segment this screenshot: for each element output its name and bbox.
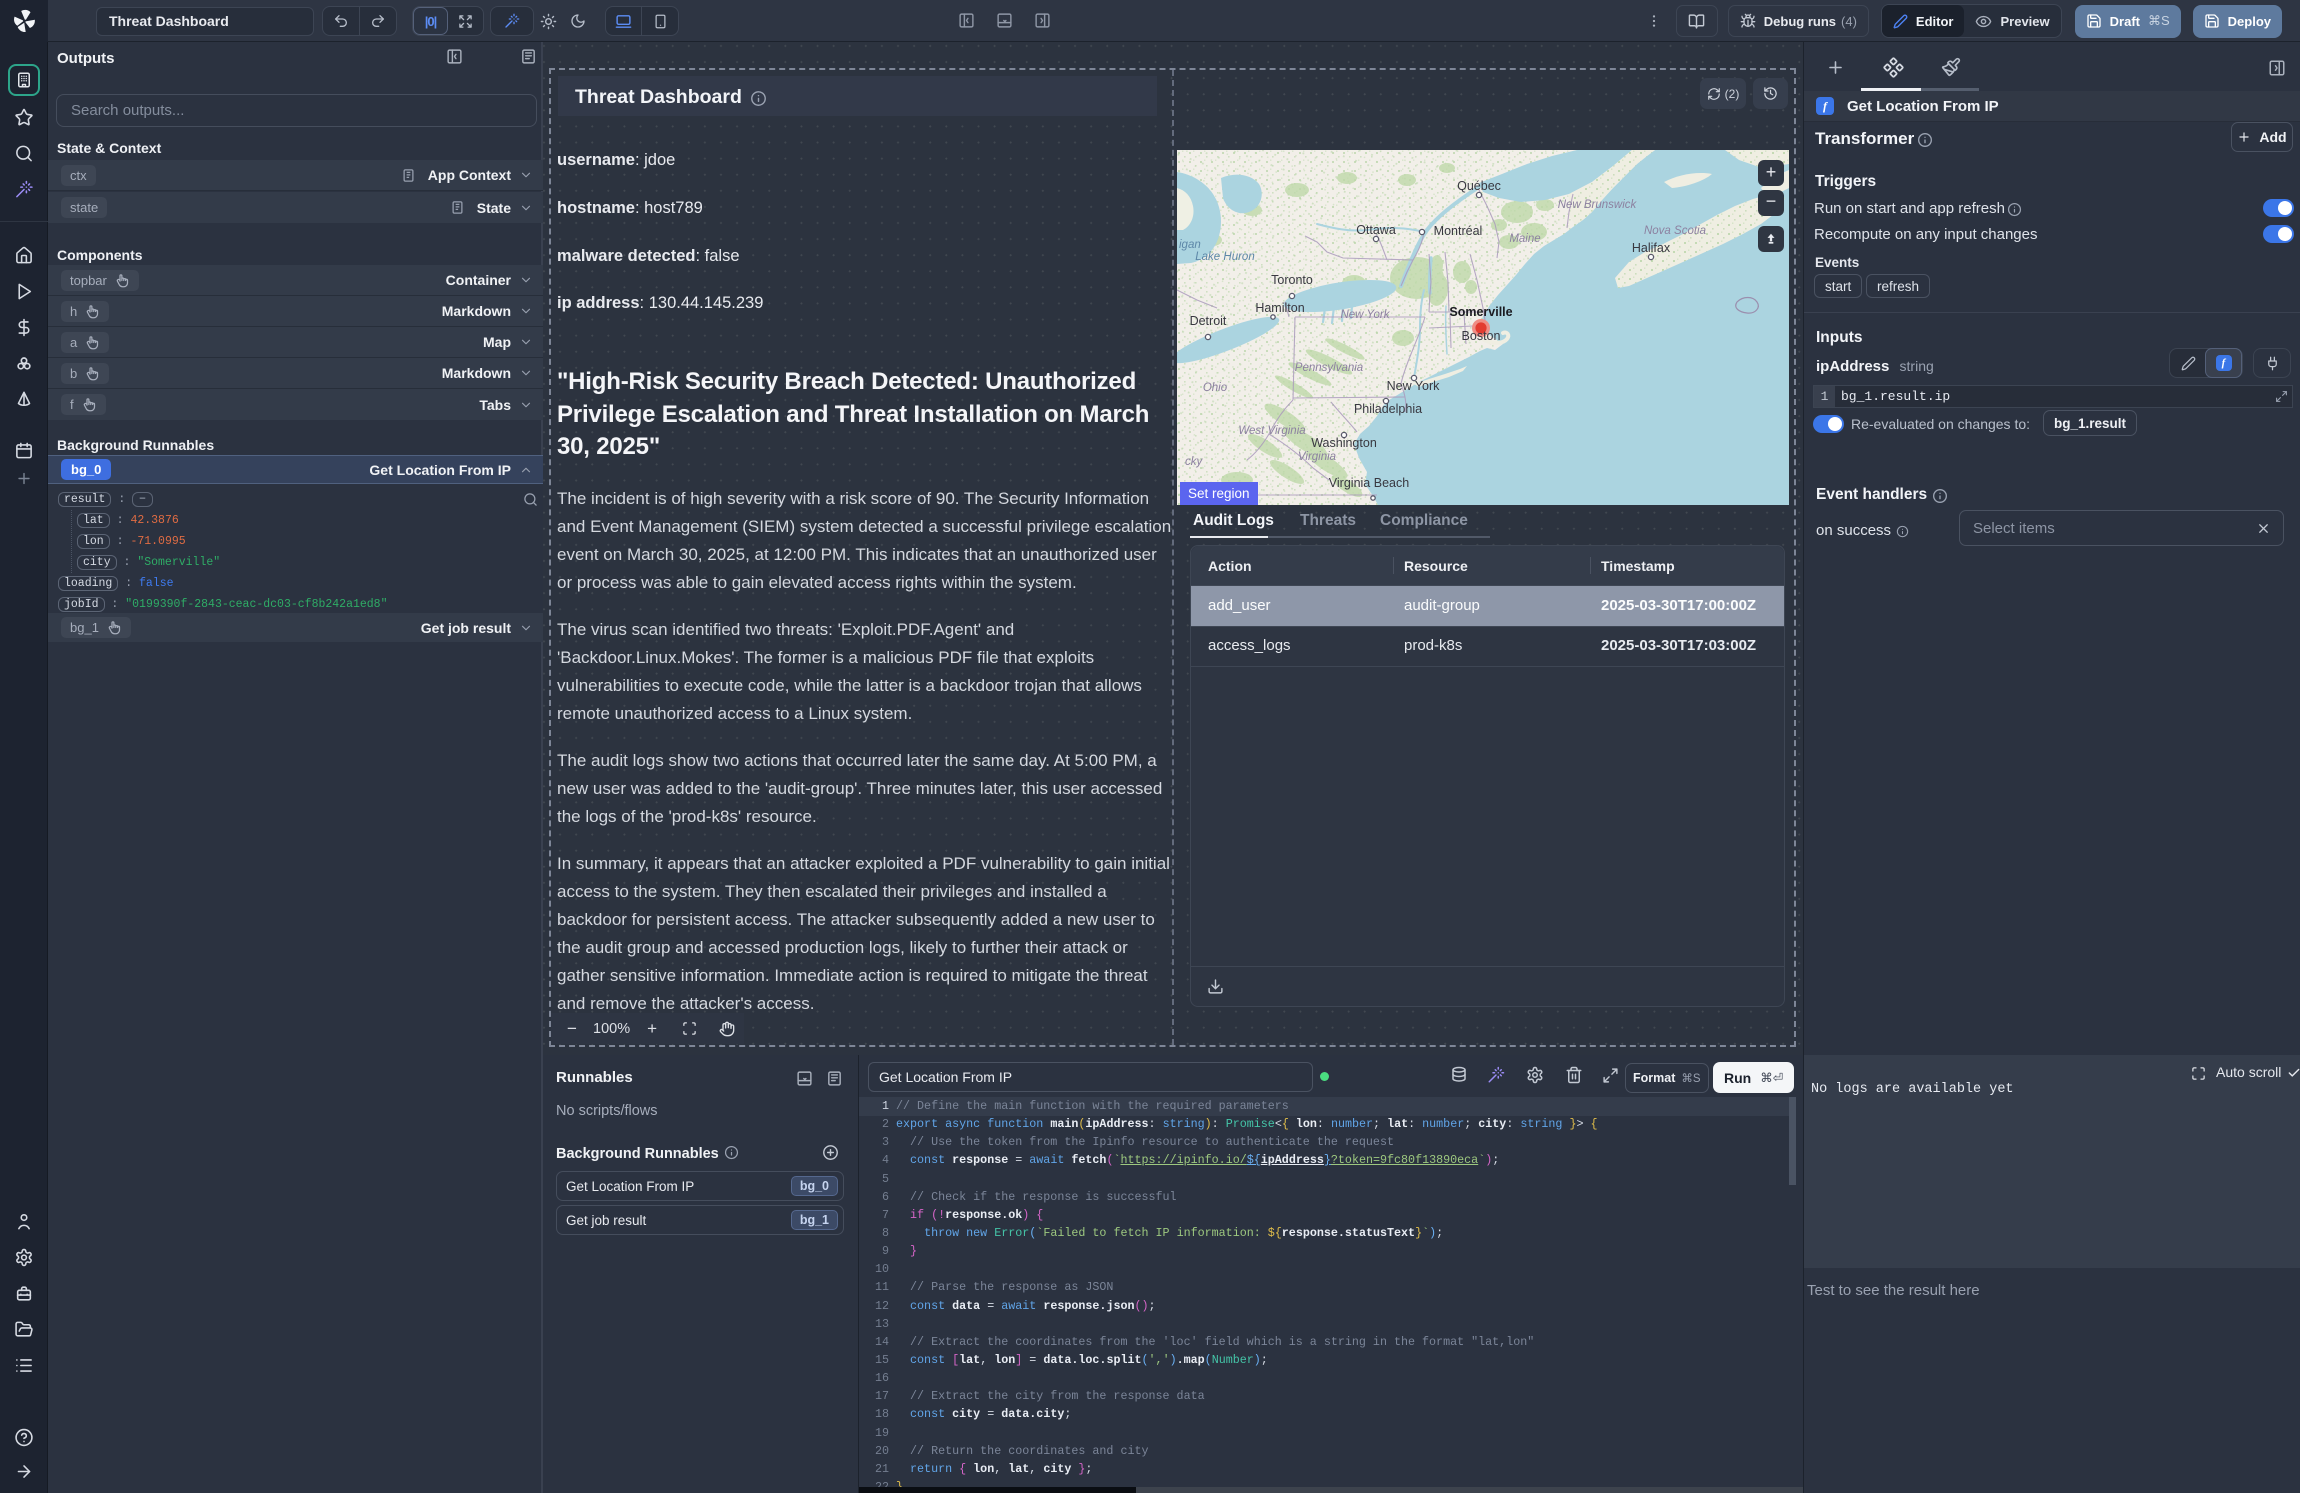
svg-text:Somerville: Somerville (1449, 305, 1512, 319)
svg-text:Nova Scotia: Nova Scotia (1644, 225, 1706, 237)
svg-text:New York: New York (1340, 309, 1390, 321)
svg-text:Québec: Québec (1457, 179, 1501, 193)
svg-text:West Virginia: West Virginia (1238, 425, 1305, 437)
svg-text:Virginia: Virginia (1298, 451, 1336, 463)
svg-text:Lake Huron: Lake Huron (1195, 251, 1254, 263)
svg-text:Ohio: Ohio (1203, 382, 1228, 394)
svg-text:Toronto: Toronto (1271, 273, 1313, 287)
svg-text:New York: New York (1387, 379, 1441, 393)
svg-text:cky: cky (1185, 456, 1204, 468)
svg-text:Philadelphia: Philadelphia (1354, 402, 1422, 416)
svg-text:Montréal: Montréal (1434, 224, 1483, 238)
svg-text:Maine: Maine (1509, 233, 1540, 245)
svg-text:Boston: Boston (1462, 329, 1501, 343)
svg-text:Halifax: Halifax (1632, 241, 1671, 255)
svg-text:Ottawa: Ottawa (1356, 223, 1396, 237)
svg-text:Detroit: Detroit (1190, 314, 1227, 328)
svg-text:Pennsylvania: Pennsylvania (1295, 362, 1363, 374)
svg-text:Virginia Beach: Virginia Beach (1329, 476, 1409, 490)
svg-text:New Brunswick: New Brunswick (1558, 199, 1638, 211)
svg-text:Hamilton: Hamilton (1255, 301, 1304, 315)
svg-text:Washington: Washington (1311, 436, 1377, 450)
svg-text:igan: igan (1179, 239, 1201, 251)
